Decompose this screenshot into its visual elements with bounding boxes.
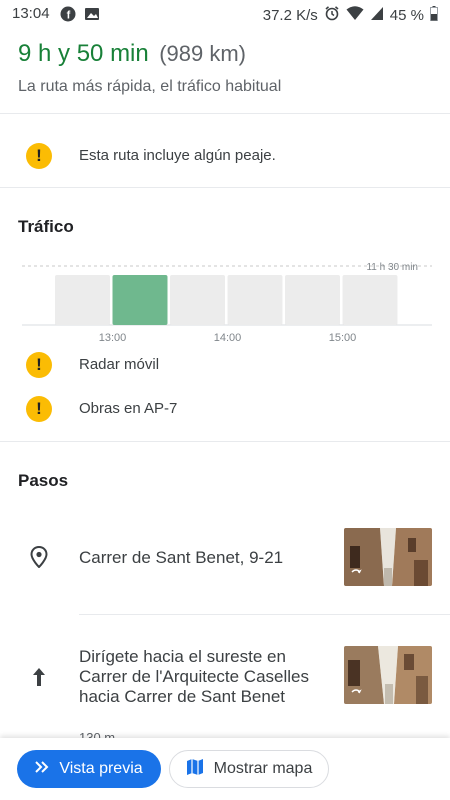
- svg-text:f: f: [67, 10, 71, 22]
- step-text: Carrer de Sant Benet, 9-21: [79, 548, 284, 567]
- route-subtitle: La ruta más rápida, el tráfico habitual: [18, 78, 282, 95]
- traffic-bar-2: [170, 275, 225, 325]
- traffic-chart: 11 h 30 min 13:00 14:00 15:00: [22, 262, 432, 344]
- status-bar: 13:04 f 37.2 K/s 45 %: [0, 0, 450, 28]
- preview-button-label: Vista previa: [59, 760, 143, 777]
- warning-icon: [26, 352, 52, 378]
- reference-label: 11 h 30 min: [366, 262, 418, 273]
- warning-icon: [26, 396, 52, 422]
- divider: [79, 614, 450, 615]
- x-tick-label: 15:00: [329, 332, 357, 344]
- route-summary: 9 h y 50 min (989 km) La ruta más rápida…: [18, 40, 281, 96]
- traffic-bar-5: [342, 275, 398, 325]
- show-map-button[interactable]: Mostrar mapa: [169, 750, 329, 788]
- arrow-up-icon: [31, 667, 47, 692]
- street-view-thumbnail[interactable]: [344, 646, 432, 704]
- street-view-thumbnail[interactable]: [344, 528, 432, 586]
- traffic-title: Tráfico: [18, 217, 74, 236]
- x-tick-label: 13:00: [99, 332, 127, 344]
- traffic-bar-4: [285, 275, 340, 325]
- wifi-icon: [346, 5, 364, 25]
- traffic-bar-0: [55, 275, 110, 325]
- battery-icon: [430, 5, 438, 25]
- toll-notice-text: Esta ruta incluye algún peaje.: [79, 147, 276, 164]
- net-speed: 37.2 K/s: [262, 6, 318, 24]
- status-right: 37.2 K/s 45 %: [263, 5, 438, 25]
- divider: [0, 113, 450, 114]
- warning-icon: [26, 143, 52, 169]
- traffic-alert-radar: Radar móvil: [79, 356, 160, 373]
- route-duration: 9 h y 50 min: [18, 40, 149, 67]
- step-text: Dirígete hacia el sureste en Carrer de l…: [79, 647, 310, 706]
- location-pin-icon: [29, 545, 49, 573]
- preview-button[interactable]: Vista previa: [17, 750, 161, 788]
- status-time: 13:04: [12, 5, 50, 22]
- bottom-action-bar: Vista previa Mostrar mapa: [0, 738, 450, 800]
- battery-text: 45 %: [389, 6, 424, 24]
- divider: [0, 187, 450, 188]
- traffic-bar-3: [227, 275, 283, 325]
- double-chevron-icon: [35, 760, 49, 778]
- facebook-icon: f: [60, 6, 76, 27]
- show-map-button-label: Mostrar mapa: [213, 760, 313, 777]
- route-distance: (989 km): [159, 41, 246, 66]
- map-icon: [186, 758, 204, 781]
- signal-icon: [370, 5, 384, 25]
- traffic-alert-works: Obras en AP-7: [79, 400, 178, 417]
- x-tick-label: 14:00: [214, 332, 242, 344]
- image-icon: [84, 6, 100, 27]
- alarm-icon: [324, 5, 340, 25]
- divider: [0, 441, 450, 442]
- steps-title: Pasos: [18, 471, 69, 490]
- traffic-bar-1: [112, 275, 168, 325]
